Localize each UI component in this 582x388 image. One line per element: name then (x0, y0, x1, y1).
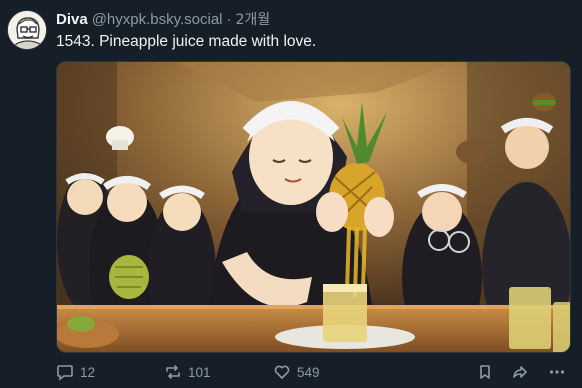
user-handle[interactable]: @hyxpk.bsky.social (92, 11, 223, 28)
post-text: 1543. Pineapple juice made with love. (56, 33, 317, 50)
share-button[interactable] (511, 362, 529, 382)
post-actions: 12 101 549 (56, 362, 571, 382)
post-timestamp[interactable]: 2개월 (236, 9, 271, 29)
bookmark-icon (476, 363, 494, 381)
like-count: 549 (297, 364, 320, 380)
post-image[interactable] (56, 61, 571, 353)
repost-count: 101 (188, 364, 211, 380)
repost-arrows-icon (164, 363, 182, 381)
like-button[interactable]: 549 (273, 362, 320, 382)
comment-bubble-icon (56, 363, 74, 381)
more-options-button[interactable] (548, 362, 566, 382)
reply-count: 12 (80, 364, 96, 380)
separator-dot: · (226, 11, 232, 28)
avatar[interactable] (7, 10, 47, 50)
bookmark-button[interactable] (476, 362, 494, 382)
post-card[interactable]: Diva @hyxpk.bsky.social · 2개월 1543. Pine… (0, 0, 582, 388)
display-name[interactable]: Diva (56, 11, 88, 28)
reply-button[interactable]: 12 (56, 362, 95, 382)
repost-button[interactable]: 101 (164, 362, 211, 382)
heart-icon (273, 363, 291, 381)
more-dots-icon (548, 363, 566, 381)
share-arrow-icon (511, 363, 529, 381)
post-header: Diva @hyxpk.bsky.social · 2개월 (56, 9, 270, 29)
